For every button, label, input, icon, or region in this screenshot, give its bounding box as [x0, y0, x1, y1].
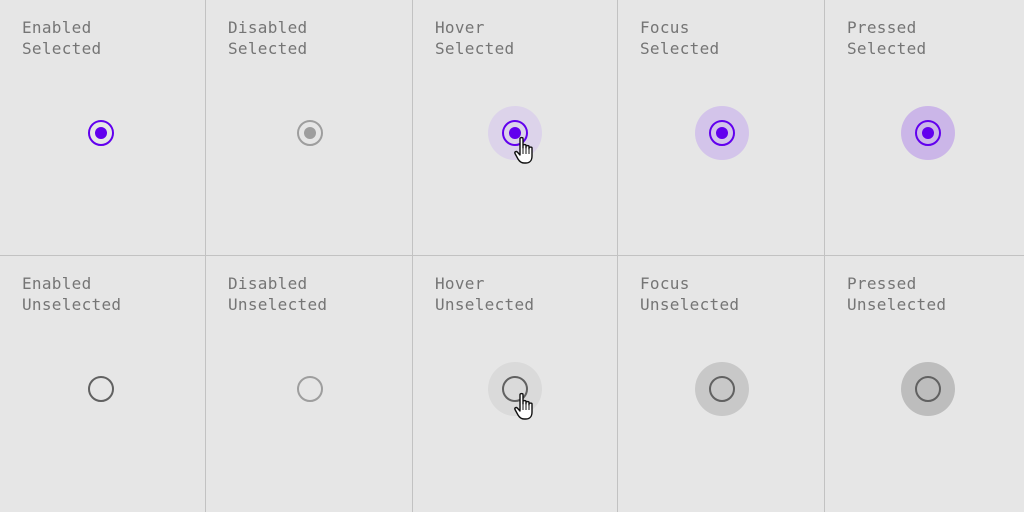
radio-selected-icon: [88, 120, 114, 146]
radio-selected-icon: [915, 120, 941, 146]
column-divider: [617, 0, 618, 512]
selection-name: Unselected: [435, 295, 535, 314]
cell-disabled-selected: Disabled Selected: [206, 0, 412, 255]
radio-unselected-icon: [915, 376, 941, 402]
radio-button-disabled-unselected: [283, 362, 337, 416]
state-label: Hover Selected: [435, 17, 514, 59]
hand-pointer-icon: [514, 136, 533, 164]
cell-enabled-unselected: Enabled Unselected: [0, 256, 205, 512]
state-label: Disabled Unselected: [228, 273, 327, 315]
cell-hover-unselected: Hover Unselected: [413, 256, 617, 512]
state-name: Disabled: [228, 18, 308, 37]
row-divider: [0, 255, 1024, 256]
selection-name: Selected: [640, 39, 720, 58]
radio-unselected-icon: [297, 376, 323, 402]
radio-button-pressed-selected[interactable]: [901, 106, 955, 160]
cell-enabled-selected: Enabled Selected: [0, 0, 205, 255]
state-name: Focus: [640, 18, 690, 37]
selection-name: Selected: [22, 39, 102, 58]
selection-name: Unselected: [22, 295, 122, 314]
radio-state-grid: Enabled Selected Disabled Selected Hover…: [0, 0, 1024, 512]
state-name: Enabled: [22, 18, 92, 37]
cell-focus-selected: Focus Selected: [618, 0, 824, 255]
selection-name: Unselected: [228, 295, 328, 314]
state-label: Focus Selected: [640, 17, 719, 59]
hand-pointer-icon: [514, 392, 533, 420]
selection-name: Unselected: [640, 295, 740, 314]
state-label: Disabled Selected: [228, 17, 307, 59]
state-label: Hover Unselected: [435, 273, 534, 315]
radio-button-enabled-selected[interactable]: [74, 106, 128, 160]
radio-button-focus-selected[interactable]: [695, 106, 749, 160]
state-name: Hover: [435, 274, 485, 293]
selection-name: Selected: [847, 39, 927, 58]
cell-pressed-unselected: Pressed Unselected: [825, 256, 1024, 512]
state-name: Pressed: [847, 18, 917, 37]
cell-focus-unselected: Focus Unselected: [618, 256, 824, 512]
state-name: Disabled: [228, 274, 308, 293]
radio-button-pressed-unselected[interactable]: [901, 362, 955, 416]
selection-name: Selected: [435, 39, 515, 58]
selection-name: Unselected: [847, 295, 947, 314]
selection-name: Selected: [228, 39, 308, 58]
state-label: Enabled Unselected: [22, 273, 121, 315]
radio-unselected-icon: [709, 376, 735, 402]
state-label: Pressed Selected: [847, 17, 926, 59]
radio-unselected-icon: [88, 376, 114, 402]
cell-hover-selected: Hover Selected: [413, 0, 617, 255]
radio-button-disabled-selected: [283, 106, 337, 160]
radio-selected-icon: [709, 120, 735, 146]
state-name: Enabled: [22, 274, 92, 293]
cell-disabled-unselected: Disabled Unselected: [206, 256, 412, 512]
radio-button-enabled-unselected[interactable]: [74, 362, 128, 416]
column-divider: [412, 0, 413, 512]
state-label: Enabled Selected: [22, 17, 101, 59]
radio-selected-icon: [297, 120, 323, 146]
radio-button-focus-unselected[interactable]: [695, 362, 749, 416]
column-divider: [205, 0, 206, 512]
state-name: Focus: [640, 274, 690, 293]
state-name: Pressed: [847, 274, 917, 293]
cell-pressed-selected: Pressed Selected: [825, 0, 1024, 255]
column-divider: [824, 0, 825, 512]
state-name: Hover: [435, 18, 485, 37]
state-label: Focus Unselected: [640, 273, 739, 315]
state-label: Pressed Unselected: [847, 273, 946, 315]
